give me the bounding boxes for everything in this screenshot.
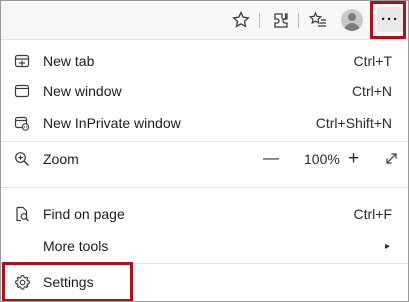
- menu-divider: [1, 187, 408, 188]
- menu-item-shortcut: Ctrl+T: [353, 53, 393, 69]
- favorites-list-icon[interactable]: [306, 8, 330, 32]
- menu-item-shortcut: Ctrl+Shift+N: [315, 115, 392, 131]
- highlight-box-settings: [2, 262, 133, 301]
- favorite-star-icon[interactable]: [229, 8, 253, 32]
- find-on-page-icon: [13, 205, 31, 223]
- full-screen-icon[interactable]: [384, 151, 399, 166]
- menu-item-label: Find on page: [43, 206, 125, 222]
- inprivate-window-icon: [13, 114, 31, 132]
- menu-item-find-on-page[interactable]: Find on page Ctrl+F: [1, 199, 408, 229]
- menu-item-label: New InPrivate window: [43, 115, 181, 131]
- menu-item-zoom: Zoom — 100% +: [1, 144, 408, 174]
- zoom-out-button[interactable]: —: [263, 150, 279, 168]
- new-window-icon: [13, 82, 31, 100]
- highlight-box-more-button: [370, 1, 406, 39]
- menu-item-label: Zoom: [43, 151, 79, 167]
- browser-toolbar: ···: [1, 1, 408, 40]
- submenu-arrow-icon: ▸: [384, 240, 390, 252]
- menu-item-shortcut: Ctrl+F: [353, 206, 393, 222]
- toolbar-separator: [259, 13, 260, 28]
- new-tab-icon: [13, 52, 31, 70]
- extensions-icon[interactable]: [269, 8, 293, 32]
- menu-item-label: New window: [43, 83, 122, 99]
- menu-item-shortcut: Ctrl+N: [351, 83, 392, 99]
- menu-item-new-window[interactable]: New window Ctrl+N: [1, 76, 408, 106]
- zoom-icon: [13, 150, 31, 168]
- browser-menu-window: ··· New tab Ctrl+T New window Ctrl+N New…: [0, 0, 409, 302]
- zoom-in-button[interactable]: +: [348, 148, 359, 170]
- menu-item-new-tab[interactable]: New tab Ctrl+T: [1, 46, 408, 76]
- menu-divider: [1, 141, 408, 142]
- menu-item-new-inprivate-window[interactable]: New InPrivate window Ctrl+Shift+N: [1, 108, 408, 138]
- menu-item-label: More tools: [43, 238, 109, 254]
- menu-item-more-tools[interactable]: More tools ▸: [1, 231, 408, 261]
- toolbar-separator: [298, 13, 299, 28]
- menu-item-label: New tab: [43, 53, 95, 69]
- zoom-level-value: 100%: [304, 151, 340, 167]
- profile-avatar-icon[interactable]: [341, 9, 363, 31]
